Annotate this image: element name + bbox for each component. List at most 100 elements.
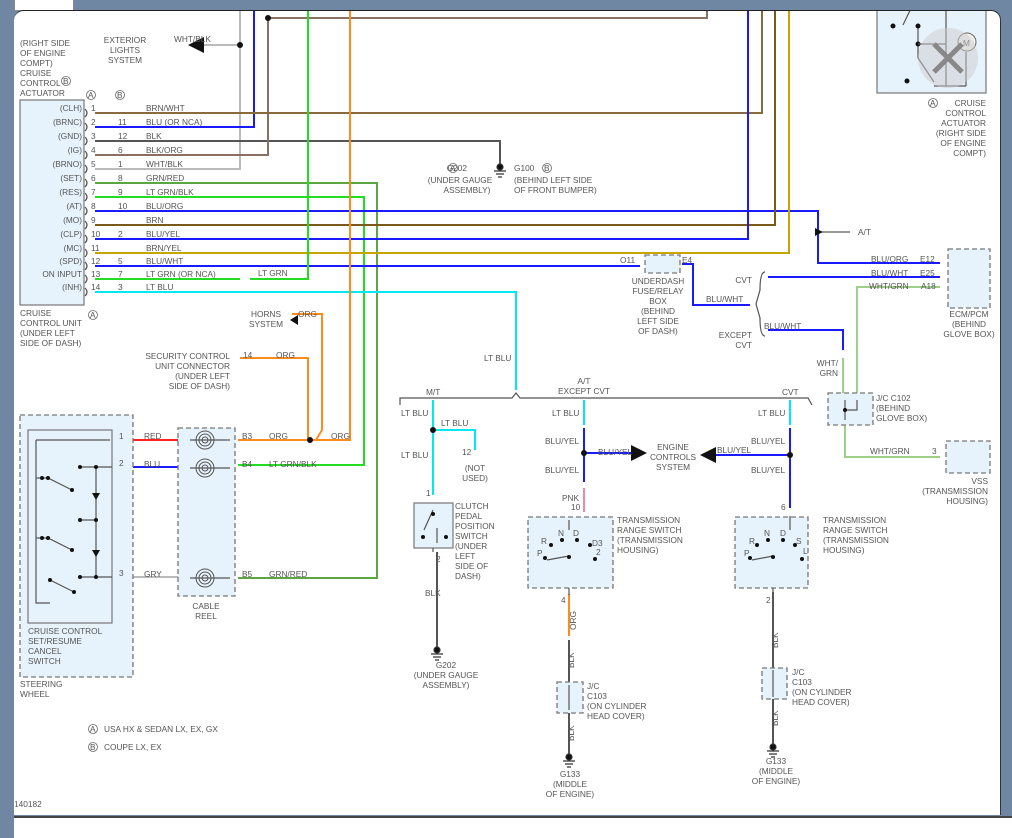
svg-text:6: 6 (781, 502, 786, 512)
clutch-pedal-switch (413, 502, 454, 549)
svg-text:B: B (90, 742, 96, 752)
svg-text:J/CC103(ON CYLINDERHEAD COVER): J/C C103 (ON CYLINDER HEAD COVER) (587, 681, 646, 721)
svg-text:S: S (796, 536, 802, 546)
svg-text:BLK: BLK (770, 632, 780, 648)
pin-name: (INH) (62, 282, 82, 292)
pin-b: 3 (118, 282, 123, 292)
svg-text:ORG: ORG (269, 431, 288, 441)
svg-text:D: D (780, 528, 786, 538)
svg-text:BLU/WHT: BLU/WHT (706, 294, 743, 304)
wire-brn-wht (95, 11, 763, 114)
wire-blk-org (95, 11, 708, 156)
svg-text:GRY: GRY (144, 569, 162, 579)
pin-a: 11 (91, 243, 100, 253)
svg-text:N: N (558, 528, 564, 538)
pin-b: 1 (118, 159, 123, 169)
viewer-bottom-bar (14, 816, 1012, 838)
pin-name: (BRNC) (53, 117, 82, 127)
pin-a: 14 (91, 282, 101, 292)
wire-color-label: BLU (OR NCA) (146, 117, 202, 127)
pin-a: 2 (91, 117, 96, 127)
svg-text:L: L (803, 546, 808, 556)
wire-color-label: BRN (146, 215, 164, 225)
cruise-switch (27, 429, 113, 624)
wire-color-label: BRN/YEL (146, 243, 182, 253)
svg-text:3: 3 (932, 446, 937, 456)
pin-row: (IG) 4 6 BLK/ORG (68, 145, 183, 160)
pin-name: ON INPUT (42, 269, 82, 279)
underdash-fuse-box (644, 254, 681, 274)
svg-text:WHT/BLK: WHT/BLK (174, 34, 211, 44)
svg-text:G100: G100 (514, 163, 535, 173)
diagram-id: 140182 (14, 799, 42, 809)
svg-text:CRUISECONTROLACTUATOR(RIGHT SI: CRUISE CONTROL ACTUATOR (RIGHT SIDE OF ENGIN… (936, 98, 987, 158)
svg-text:O11: O11 (620, 255, 635, 265)
connector-icon (84, 150, 88, 160)
jc-c102 (827, 392, 874, 426)
svg-text:LT GRN/BLK: LT GRN/BLK (269, 459, 317, 469)
wire-color-label: LT GRN (OR NCA) (146, 269, 216, 279)
svg-text:BLU: BLU (144, 459, 160, 469)
svg-text:LT BLU: LT BLU (401, 408, 428, 418)
svg-text:UNDERDASHFUSE/RELAYBOX(BEHINDL: UNDERDASH FUSE/RELAY BOX (BEHIND LEFT SIDE OF… (632, 276, 685, 336)
svg-text:B: B (63, 76, 69, 86)
svg-text:G133: G133 (560, 769, 581, 779)
svg-text:ORG: ORG (276, 350, 295, 360)
wiring-diagram: M (14, 11, 995, 809)
pin-b: 11 (118, 117, 127, 127)
svg-text:A: A (90, 724, 96, 734)
connector-icon (84, 178, 88, 188)
pin-a: 1 (91, 103, 96, 113)
pin-a: 3 (91, 131, 96, 141)
wire-grn-red (95, 182, 378, 579)
pin-name: (BRNO) (53, 159, 83, 169)
svg-text:14: 14 (243, 350, 253, 360)
svg-text:(MIDDLEOF ENGINE): (MIDDLE OF ENGINE) (546, 779, 595, 799)
svg-text:WHT/GRN: WHT/GRN (870, 446, 910, 456)
pin-a: 13 (91, 269, 101, 279)
wire-color-label: BLU/ORG (146, 201, 183, 211)
svg-text:ECM/PCM(BEHINDGLOVE BOX): ECM/PCM (BEHIND GLOVE BOX) (943, 309, 994, 339)
svg-text:(UNDER GAUGEASSEMBLY): (UNDER GAUGE ASSEMBLY) (428, 175, 493, 195)
svg-text:TRANSMISSIONRANGE SWITCH(TRANS: TRANSMISSION RANGE SWITCH (TRANSMISSION HOU… (823, 515, 889, 555)
pin-a: 12 (91, 256, 101, 266)
ecm-pcm (947, 248, 991, 309)
jc-c103-cvt (761, 667, 788, 700)
svg-text:4: 4 (561, 595, 566, 605)
svg-text:(RIGHT SIDEOF ENGINECOMPT)CRUI: (RIGHT SIDE OF ENGINE COMPT) CRUISE CONTROL A… (20, 38, 71, 98)
svg-text:ORG: ORG (568, 611, 578, 630)
svg-text:COUPE LX, EX: COUPE LX, EX (104, 742, 162, 752)
svg-text:BLU/ORG: BLU/ORG (871, 254, 908, 264)
svg-text:BLU/YEL: BLU/YEL (598, 447, 633, 457)
pin-name: (IG) (68, 145, 83, 155)
svg-text:CVT: CVT (735, 275, 752, 285)
wire-color-label: BRN/WHT (146, 103, 185, 113)
pin-name: (SPD) (59, 256, 82, 266)
pin-b: 10 (118, 201, 128, 211)
svg-text:P: P (537, 548, 543, 558)
connector-icon (84, 248, 88, 258)
pin-b: 8 (118, 173, 123, 183)
wire-color-label: LT GRN/BLK (146, 187, 194, 197)
pin-a: 5 (91, 159, 96, 169)
cruise-actuator-a: M (876, 11, 987, 94)
svg-text:BLK: BLK (425, 588, 441, 598)
pin-name: (CLH) (60, 103, 82, 113)
svg-text:EXTERIORLIGHTSSYSTEM: EXTERIOR LIGHTS SYSTEM (104, 35, 146, 65)
svg-text:BLK: BLK (566, 652, 576, 668)
pin-b: 6 (118, 145, 123, 155)
svg-text:3: 3 (119, 568, 124, 578)
pin-name: (CLP) (60, 229, 82, 239)
svg-text:GRN/RED: GRN/RED (269, 569, 307, 579)
wire-color-label: WHT/BLK (146, 159, 183, 169)
svg-text:P: P (744, 548, 750, 558)
svg-text:ORG: ORG (331, 431, 350, 441)
connector-icon (84, 220, 88, 230)
svg-text:B5: B5 (242, 569, 253, 579)
svg-text:LT GRN: LT GRN (258, 268, 288, 278)
svg-text:CLUTCHPEDALPOSITIONSWITCH(UNDE: CLUTCH PEDAL POSITION SWITCH (UNDER LEFT SIDE … (455, 501, 495, 581)
svg-text:G133: G133 (766, 756, 787, 766)
svg-text:ENGINECONTROLSSYSTEM: ENGINE CONTROLS SYSTEM (650, 442, 697, 472)
wire-color-label: BLU/YEL (146, 229, 181, 239)
svg-text:J/CC103(ON CYLINDERHEAD COVER): J/C C103 (ON CYLINDER HEAD COVER) (792, 667, 851, 707)
